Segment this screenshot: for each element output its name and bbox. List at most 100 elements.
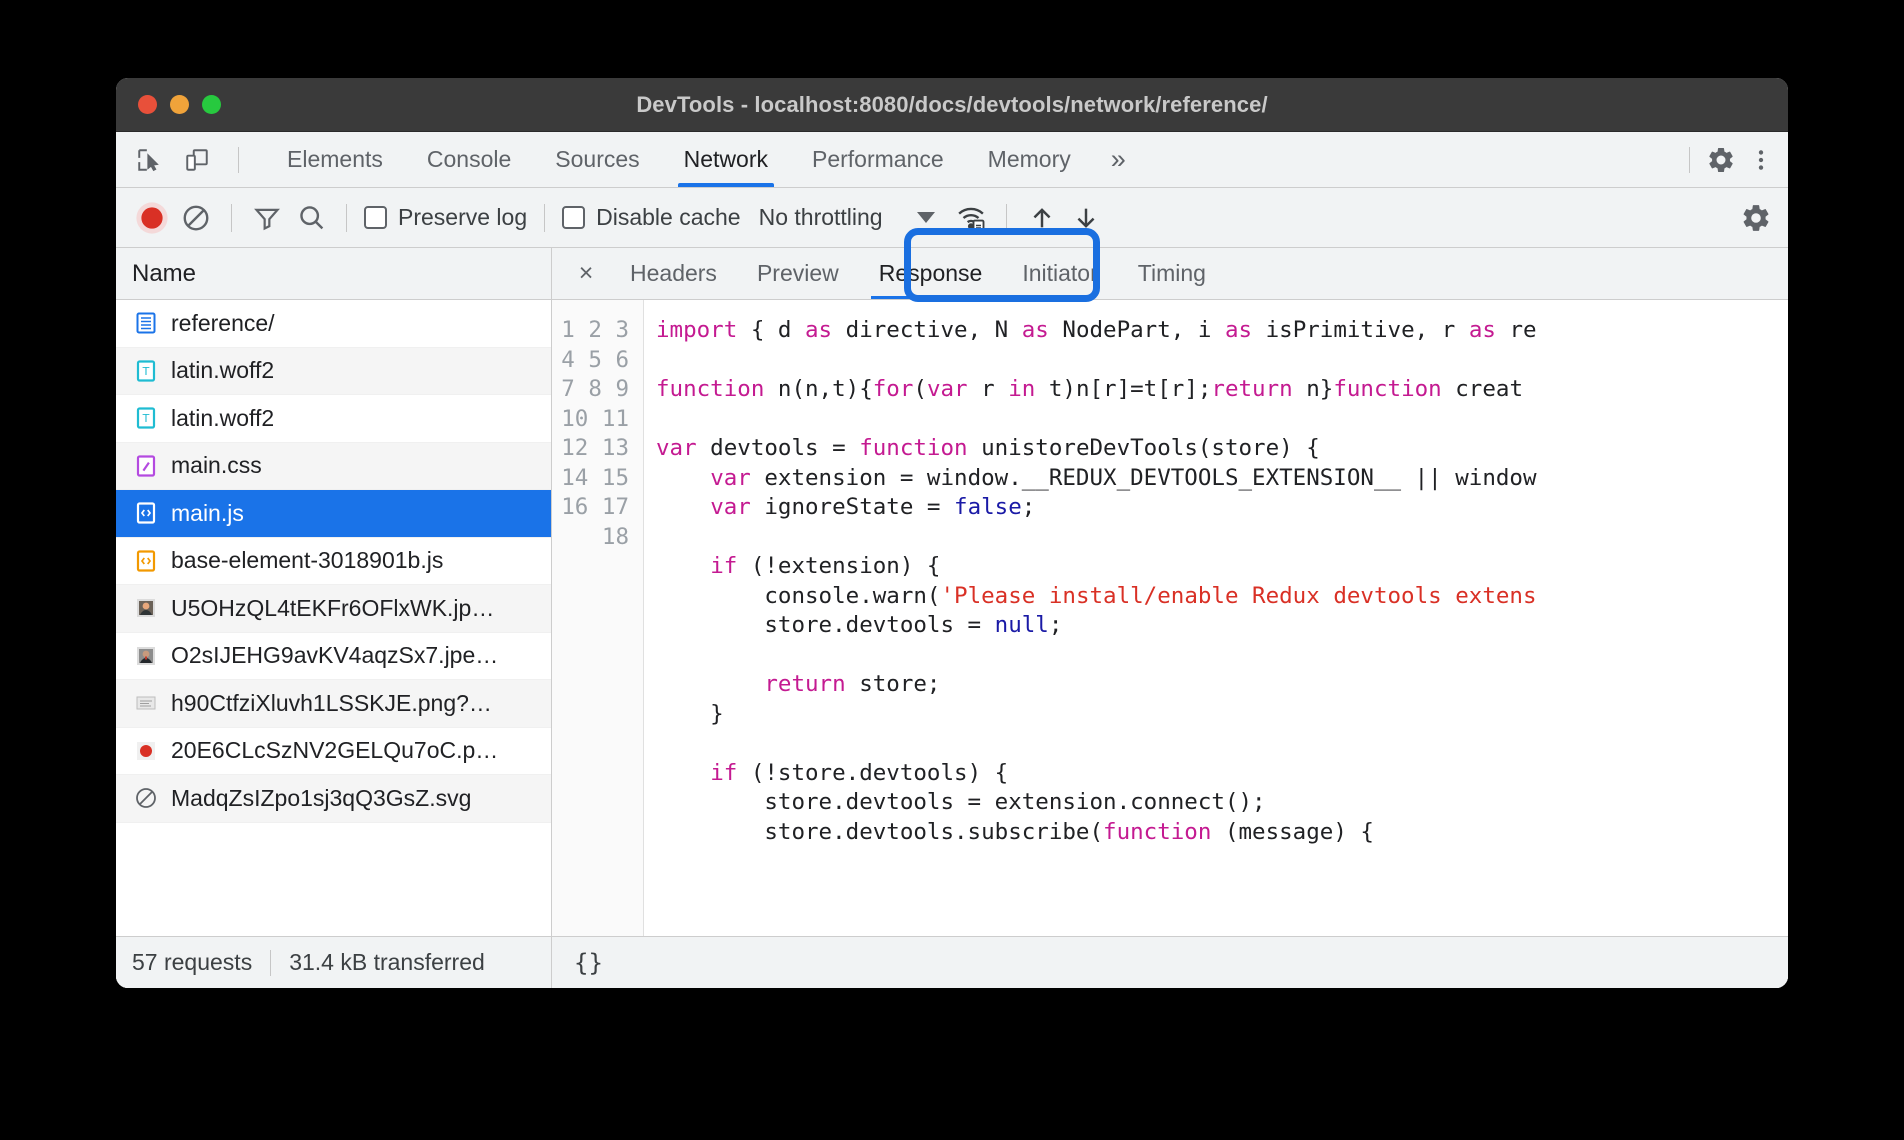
tab-headers-label: Headers <box>630 260 717 287</box>
request-name: MadqZsIZpo1sj3qQ3GsZ.svg <box>171 785 471 812</box>
devtools-tabstrip: Elements Console Sources Network Perform… <box>116 132 1788 188</box>
tabstrip-right-icons <box>1679 132 1788 187</box>
image-thumbnail <box>132 595 159 622</box>
tab-timing[interactable]: Timing <box>1118 248 1226 299</box>
tab-performance[interactable]: Performance <box>790 132 966 187</box>
devtools-window: DevTools - localhost:8080/docs/devtools/… <box>116 78 1788 988</box>
export-har-icon[interactable] <box>1064 196 1108 240</box>
tab-network[interactable]: Network <box>662 132 790 187</box>
svg-text:T: T <box>141 365 149 378</box>
request-list-panel: Name reference/ T latin.woff2 <box>116 248 552 988</box>
response-code-view[interactable]: 1 2 3 4 5 6 7 8 9 10 11 12 13 14 15 16 1… <box>552 300 1788 936</box>
tab-sources[interactable]: Sources <box>533 132 661 187</box>
request-name: h90CtfziXluvh1LSSKJE.png?… <box>171 690 492 717</box>
table-row[interactable]: 20E6CLcSzNV2GELQu7oC.p… <box>116 728 551 776</box>
gear-icon[interactable] <box>1734 196 1778 240</box>
tab-response[interactable]: Response <box>859 248 1003 299</box>
window-titlebar: DevTools - localhost:8080/docs/devtools/… <box>116 78 1788 132</box>
disable-cache-label: Disable cache <box>596 204 740 231</box>
request-name: latin.woff2 <box>171 405 274 432</box>
tab-preview[interactable]: Preview <box>737 248 859 299</box>
tab-console[interactable]: Console <box>405 132 533 187</box>
table-row[interactable]: O2sIJEHG9avKV4aqzSx7.jpe… <box>116 633 551 681</box>
more-panels-label: » <box>1111 144 1126 175</box>
tab-initiator-label: Initiator <box>1022 260 1097 287</box>
column-header-name[interactable]: Name <box>116 248 551 300</box>
close-icon[interactable]: × <box>562 248 610 299</box>
transferred-size: 31.4 kB transferred <box>289 949 485 976</box>
more-panels-icon[interactable]: » <box>1093 132 1144 187</box>
toolbar-divider <box>1006 204 1007 232</box>
tab-initiator[interactable]: Initiator <box>1002 248 1117 299</box>
filter-icon[interactable] <box>245 196 289 240</box>
network-toolbar: Preserve log Disable cache No throttling <box>116 188 1788 248</box>
preserve-log-label: Preserve log <box>398 204 527 231</box>
tab-memory[interactable]: Memory <box>966 132 1093 187</box>
table-row[interactable]: MadqZsIZpo1sj3qQ3GsZ.svg <box>116 775 551 823</box>
request-name: main.css <box>171 452 262 479</box>
svg-icon <box>132 785 159 812</box>
table-row[interactable]: U5OHzQL4tEKFr6OFlxWK.jp… <box>116 585 551 633</box>
table-row[interactable]: T latin.woff2 <box>116 395 551 443</box>
script-icon <box>132 500 159 527</box>
table-row[interactable]: T latin.woff2 <box>116 348 551 396</box>
toolbar-divider <box>238 147 239 173</box>
zoom-window-button[interactable] <box>202 95 221 114</box>
close-window-button[interactable] <box>138 95 157 114</box>
throttling-dropdown[interactable]: No throttling <box>759 204 935 231</box>
code-format-bar: {} <box>552 936 1788 988</box>
network-toolbar-right <box>1734 196 1788 240</box>
search-icon[interactable] <box>289 196 333 240</box>
record-icon[interactable] <box>130 196 174 240</box>
font-icon: T <box>132 357 159 384</box>
inspect-element-icon[interactable] <box>130 141 168 179</box>
tab-elements-label: Elements <box>287 146 383 173</box>
clear-icon[interactable] <box>174 196 218 240</box>
pretty-print-button[interactable]: {} <box>574 949 603 977</box>
disable-cache-box[interactable] <box>562 206 585 229</box>
toolbar-divider <box>1689 147 1690 173</box>
request-list[interactable]: reference/ T latin.woff2 T latin.woff2 <box>116 300 551 936</box>
table-row[interactable]: main.css <box>116 443 551 491</box>
table-row[interactable]: base-element-3018901b.js <box>116 538 551 586</box>
import-har-icon[interactable] <box>1020 196 1064 240</box>
tabstrip-left-icons <box>130 132 265 187</box>
font-icon: T <box>132 405 159 432</box>
more-vertical-icon[interactable] <box>1742 141 1780 179</box>
request-name: O2sIJEHG9avKV4aqzSx7.jpe… <box>171 642 498 669</box>
window-traffic-lights <box>116 95 221 114</box>
stylesheet-icon <box>132 452 159 479</box>
tab-console-label: Console <box>427 146 511 173</box>
table-row[interactable]: h90CtfziXluvh1LSSKJE.png?… <box>116 680 551 728</box>
panel-tabs: Elements Console Sources Network Perform… <box>265 132 1144 187</box>
tab-memory-label: Memory <box>988 146 1071 173</box>
device-toolbar-icon[interactable] <box>178 141 216 179</box>
tab-preview-label: Preview <box>757 260 839 287</box>
detail-tabstrip: × Headers Preview Response Initiator Tim… <box>552 248 1788 300</box>
throttling-value: No throttling <box>759 204 883 231</box>
response-code-content[interactable]: import { d as directive, N as NodePart, … <box>644 300 1788 936</box>
table-row[interactable]: reference/ <box>116 300 551 348</box>
table-row-selected[interactable]: main.js <box>116 490 551 538</box>
minimize-window-button[interactable] <box>170 95 189 114</box>
request-name: base-element-3018901b.js <box>171 547 443 574</box>
close-label: × <box>579 259 594 288</box>
tab-sources-label: Sources <box>555 146 639 173</box>
svg-text:T: T <box>141 412 149 425</box>
image-thumbnail <box>132 642 159 669</box>
image-thumbnail <box>132 690 159 717</box>
preserve-log-checkbox[interactable]: Preserve log <box>360 204 531 231</box>
tab-headers[interactable]: Headers <box>610 248 737 299</box>
disable-cache-checkbox[interactable]: Disable cache <box>558 204 744 231</box>
toolbar-divider <box>231 204 232 232</box>
request-name: main.js <box>171 500 244 527</box>
gear-icon[interactable] <box>1702 141 1740 179</box>
window-title: DevTools - localhost:8080/docs/devtools/… <box>116 92 1788 118</box>
tab-elements[interactable]: Elements <box>265 132 405 187</box>
network-conditions-icon[interactable] <box>949 196 993 240</box>
request-detail-panel: × Headers Preview Response Initiator Tim… <box>552 248 1788 988</box>
toolbar-divider <box>346 204 347 232</box>
screenshot-root: DevTools - localhost:8080/docs/devtools/… <box>0 0 1904 1140</box>
preserve-log-box[interactable] <box>364 206 387 229</box>
tab-network-label: Network <box>684 146 768 173</box>
